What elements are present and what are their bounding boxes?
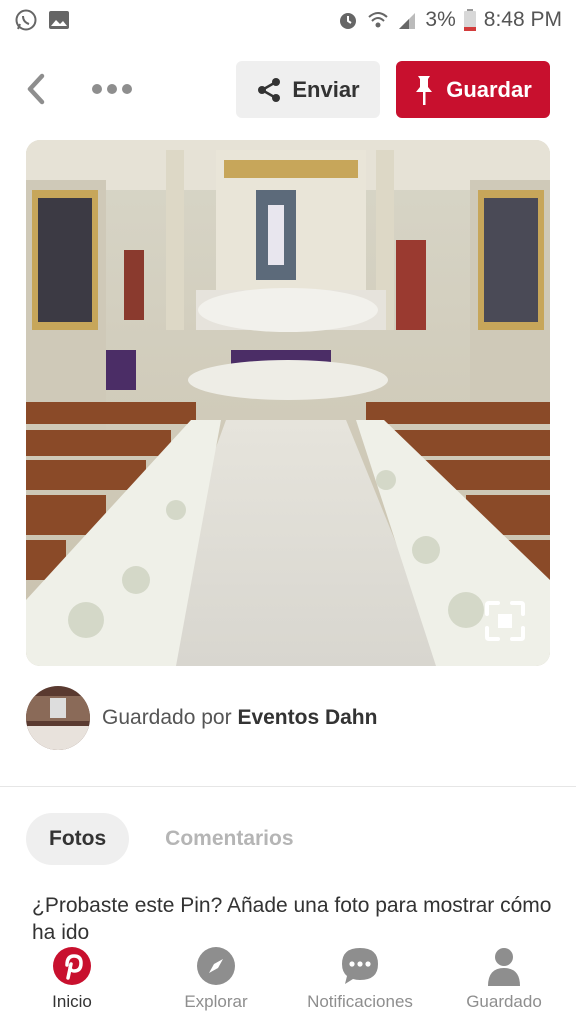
pin-action-bar: Enviar Guardar	[0, 56, 576, 122]
compass-icon	[196, 946, 236, 986]
saved-prefix: Guardado por	[102, 706, 232, 729]
section-divider	[0, 786, 576, 787]
wifi-icon	[367, 10, 389, 30]
nav-label-notificaciones: Notificaciones	[307, 992, 413, 1011]
alarm-icon	[337, 9, 359, 31]
more-options-button[interactable]	[92, 78, 140, 100]
nav-label-inicio: Inicio	[52, 992, 92, 1011]
gallery-icon	[48, 10, 70, 30]
nav-item-inicio[interactable]: Inicio	[2, 946, 142, 1012]
status-bar: 3% 8:48 PM	[0, 0, 576, 40]
try-pin-prompt: ¿Probaste este Pin? Añade una foto para …	[32, 894, 552, 944]
status-right: 3% 8:48 PM	[337, 8, 562, 32]
send-label: Enviar	[292, 76, 360, 102]
nav-item-notificaciones[interactable]: Notificaciones	[290, 946, 430, 1012]
nav-label-explorar: Explorar	[184, 992, 248, 1011]
tab-comentarios[interactable]: Comentarios	[165, 813, 293, 865]
pin-image[interactable]	[26, 140, 550, 666]
send-button[interactable]: Enviar	[236, 61, 380, 118]
more-dot-icon	[92, 84, 102, 94]
more-dot-icon	[107, 84, 117, 94]
nav-item-guardado[interactable]: Guardado	[434, 946, 574, 1012]
nav-label-guardado: Guardado	[466, 992, 542, 1011]
pushpin-icon	[416, 75, 433, 105]
bottom-navigation: Inicio Explorar Notificaciones Guardado	[0, 942, 576, 1024]
back-button[interactable]	[20, 70, 52, 108]
signal-icon	[397, 10, 417, 30]
whatsapp-icon	[14, 8, 38, 32]
status-left	[14, 8, 70, 32]
person-icon	[484, 946, 524, 986]
battery-percent: 3%	[425, 8, 456, 31]
save-label: Guardar	[446, 76, 532, 102]
tab-fotos[interactable]: Fotos	[26, 813, 130, 865]
pinterest-logo-icon	[52, 946, 92, 986]
saved-by-row[interactable]: Guardado por Eventos Dahn	[26, 686, 550, 750]
photos-comments-tabs: Fotos Comentarios	[26, 813, 294, 865]
avatar[interactable]	[26, 686, 90, 750]
saved-by-text: Guardado por Eventos Dahn	[102, 706, 377, 730]
save-button[interactable]: Guardar	[396, 61, 550, 118]
clock-time: 8:48 PM	[483, 8, 562, 31]
visual-search-button[interactable]	[484, 600, 526, 642]
church-aisle-photo	[26, 140, 550, 666]
chevron-left-icon	[27, 73, 45, 105]
saver-name[interactable]: Eventos Dahn	[237, 706, 377, 729]
nav-item-explorar[interactable]: Explorar	[146, 946, 286, 1012]
visual-search-icon	[485, 601, 525, 641]
chat-bubble-icon	[340, 946, 380, 986]
battery-icon	[463, 9, 476, 31]
more-dot-icon	[122, 84, 132, 94]
share-icon	[258, 77, 281, 102]
